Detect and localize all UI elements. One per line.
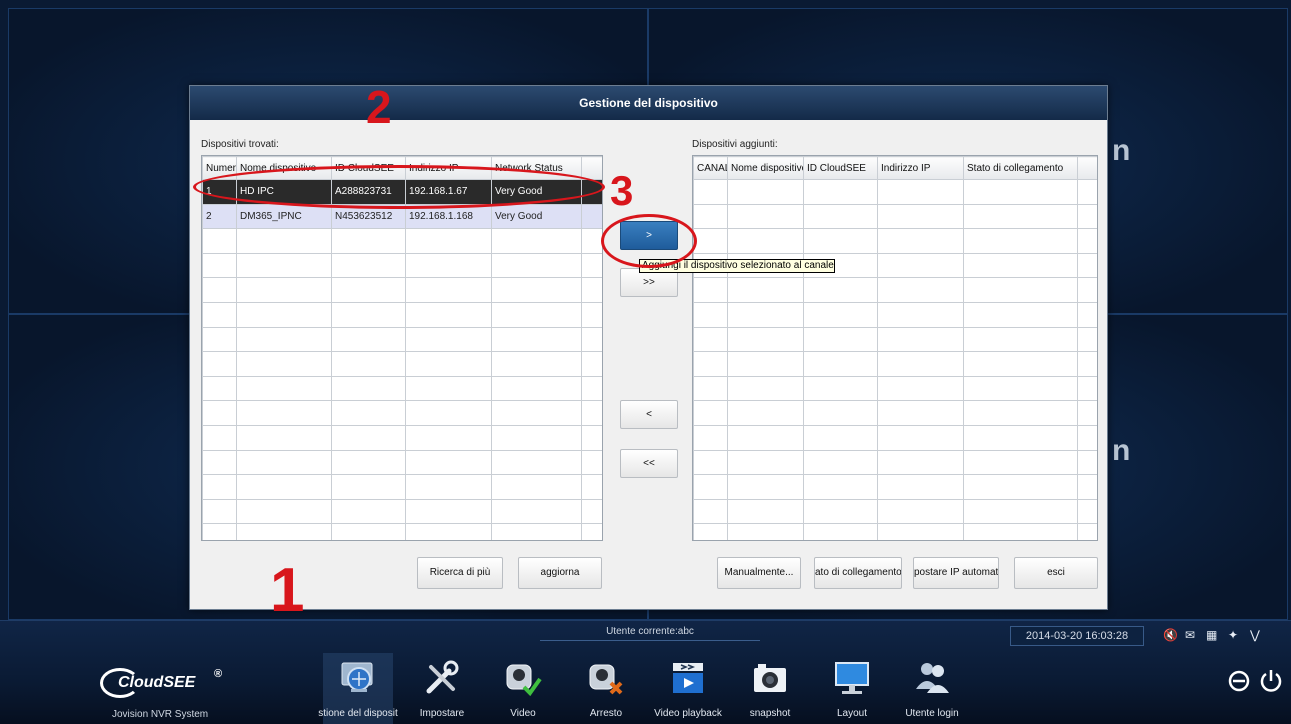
device-management-icon (341, 662, 373, 692)
brand-registered-mark: ® (214, 668, 223, 680)
manual-add-button[interactable]: Manualmente... (717, 557, 801, 589)
annotation-number: 3 (610, 167, 634, 214)
nvr-screen: n n Gestione del dispositivo Dispositivi… (0, 0, 1291, 724)
taskbar-item-stop[interactable]: Arresto (571, 653, 641, 724)
monitor-icon (835, 662, 869, 694)
exit-button[interactable]: esci (1014, 557, 1098, 589)
empty-row (202, 326, 602, 353)
taskbar-item-label: Utente login (905, 708, 959, 719)
search-more-button[interactable]: Ricerca di più (417, 557, 503, 589)
empty-row (202, 351, 602, 377)
empty-row (693, 400, 1097, 426)
empty-row (693, 203, 1097, 230)
empty-row (693, 301, 1097, 328)
empty-row (202, 301, 602, 328)
taskbar-item-snapshot[interactable]: snapshot (735, 653, 805, 724)
empty-row (693, 179, 1097, 205)
empty-row (693, 523, 1097, 540)
remove-all-button[interactable]: << (620, 449, 678, 478)
empty-row (202, 424, 602, 451)
empty-row (693, 424, 1097, 451)
table-cell (581, 203, 602, 230)
empty-row (693, 277, 1097, 303)
link-state-button[interactable]: ato di collegamento (814, 557, 902, 589)
column-header[interactable]: ID CloudSEE (803, 156, 878, 180)
empty-row (202, 252, 602, 279)
empty-row (693, 228, 1097, 254)
settings-tools-icon (426, 660, 459, 694)
empty-row (202, 449, 602, 476)
taskbar-item-label: Layout (836, 708, 868, 719)
added-devices-label: Dispositivi aggiunti: (692, 139, 778, 150)
chevron-down-icon[interactable]: ⋁ (1250, 628, 1260, 642)
stop-camera-icon (589, 664, 623, 695)
column-header-filler (1077, 156, 1097, 180)
video-overlay-glyph: n (1112, 434, 1131, 467)
table-cell: 2 (202, 203, 237, 230)
taskbar-item-playback[interactable]: Video playback (653, 653, 723, 724)
empty-row (693, 498, 1097, 525)
empty-row (693, 474, 1097, 500)
annotation-ring-found-row (193, 165, 605, 209)
taskbar-item-label: Video (510, 708, 536, 719)
snapshot-camera-icon (754, 664, 786, 692)
brand-name: CloudSEE (118, 674, 196, 691)
column-header-filler (581, 156, 602, 180)
dialog-title: Gestione del dispositivo (190, 86, 1107, 120)
taskbar-item-video[interactable]: Video (488, 653, 558, 724)
empty-row (693, 375, 1097, 402)
empty-row (202, 228, 602, 254)
table-cell: Very Good (491, 203, 582, 230)
cloudsee-logo: CloudSEE ® (100, 668, 240, 698)
taskbar-item-settings[interactable]: Impostare (407, 653, 477, 724)
column-header[interactable]: CANAL (693, 156, 728, 180)
annotation-number: 2 (366, 81, 392, 133)
users-icon (916, 663, 949, 693)
taskbar-item-device-management[interactable]: stione del disposit (318, 653, 398, 724)
mute-icon[interactable]: 🔇 (1163, 628, 1178, 642)
current-user-label: Utente corrente:abc (540, 623, 760, 641)
power-icon[interactable] (1258, 668, 1284, 694)
found-devices-table[interactable]: Numer Nome dispositivo ID CloudSEE Indir… (201, 155, 603, 541)
annotation-number: 1 (270, 556, 305, 625)
system-label: Jovision NVR System (112, 709, 209, 720)
found-devices-label: Dispositivi trovati: (201, 139, 279, 150)
taskbar-item-label: Arresto (589, 708, 623, 719)
auto-ip-button[interactable]: postare IP automati (913, 557, 999, 589)
column-header[interactable]: Indirizzo IP (877, 156, 964, 180)
empty-row (202, 474, 602, 500)
taskbar-item-user-login[interactable]: Utente login (897, 653, 967, 724)
taskbar-item-label: Impostare (419, 708, 465, 719)
empty-row (202, 400, 602, 426)
empty-row (693, 449, 1097, 476)
device-management-dialog: Gestione del dispositivo Dispositivi tro… (189, 85, 1108, 610)
empty-row (693, 326, 1097, 353)
playback-icon (673, 663, 703, 693)
taskbar-item-label: stione del disposit (318, 708, 398, 719)
network-icon[interactable]: ▦ (1206, 628, 1217, 642)
empty-row (202, 523, 602, 540)
empty-row (202, 498, 602, 525)
empty-row (693, 351, 1097, 377)
empty-row (202, 277, 602, 303)
table-cell: DM365_IPNC (236, 203, 332, 230)
column-header[interactable]: Nome dispositivo (727, 156, 804, 180)
mail-icon[interactable]: ✉ (1185, 628, 1195, 642)
taskbar-item-label: snapshot (749, 708, 791, 719)
annotation-ring-add-button (601, 214, 697, 268)
refresh-button[interactable]: aggiorna (518, 557, 602, 589)
added-devices-table[interactable]: CANAL Nome dispositivo ID CloudSEE Indir… (692, 155, 1098, 541)
video-overlay-glyph: n (1112, 134, 1131, 167)
pin-icon[interactable]: ✦ (1228, 628, 1238, 642)
remove-selected-button[interactable]: < (620, 400, 678, 429)
datetime-display: 2014-03-20 16:03:28 (1010, 626, 1144, 646)
empty-row (202, 375, 602, 402)
video-camera-icon (506, 664, 542, 697)
taskbar-item-layout[interactable]: Layout (817, 653, 887, 724)
taskbar-item-label: Video playback (654, 708, 722, 719)
column-header[interactable]: Stato di collegamento (963, 156, 1078, 180)
minimize-icon[interactable] (1226, 668, 1252, 694)
